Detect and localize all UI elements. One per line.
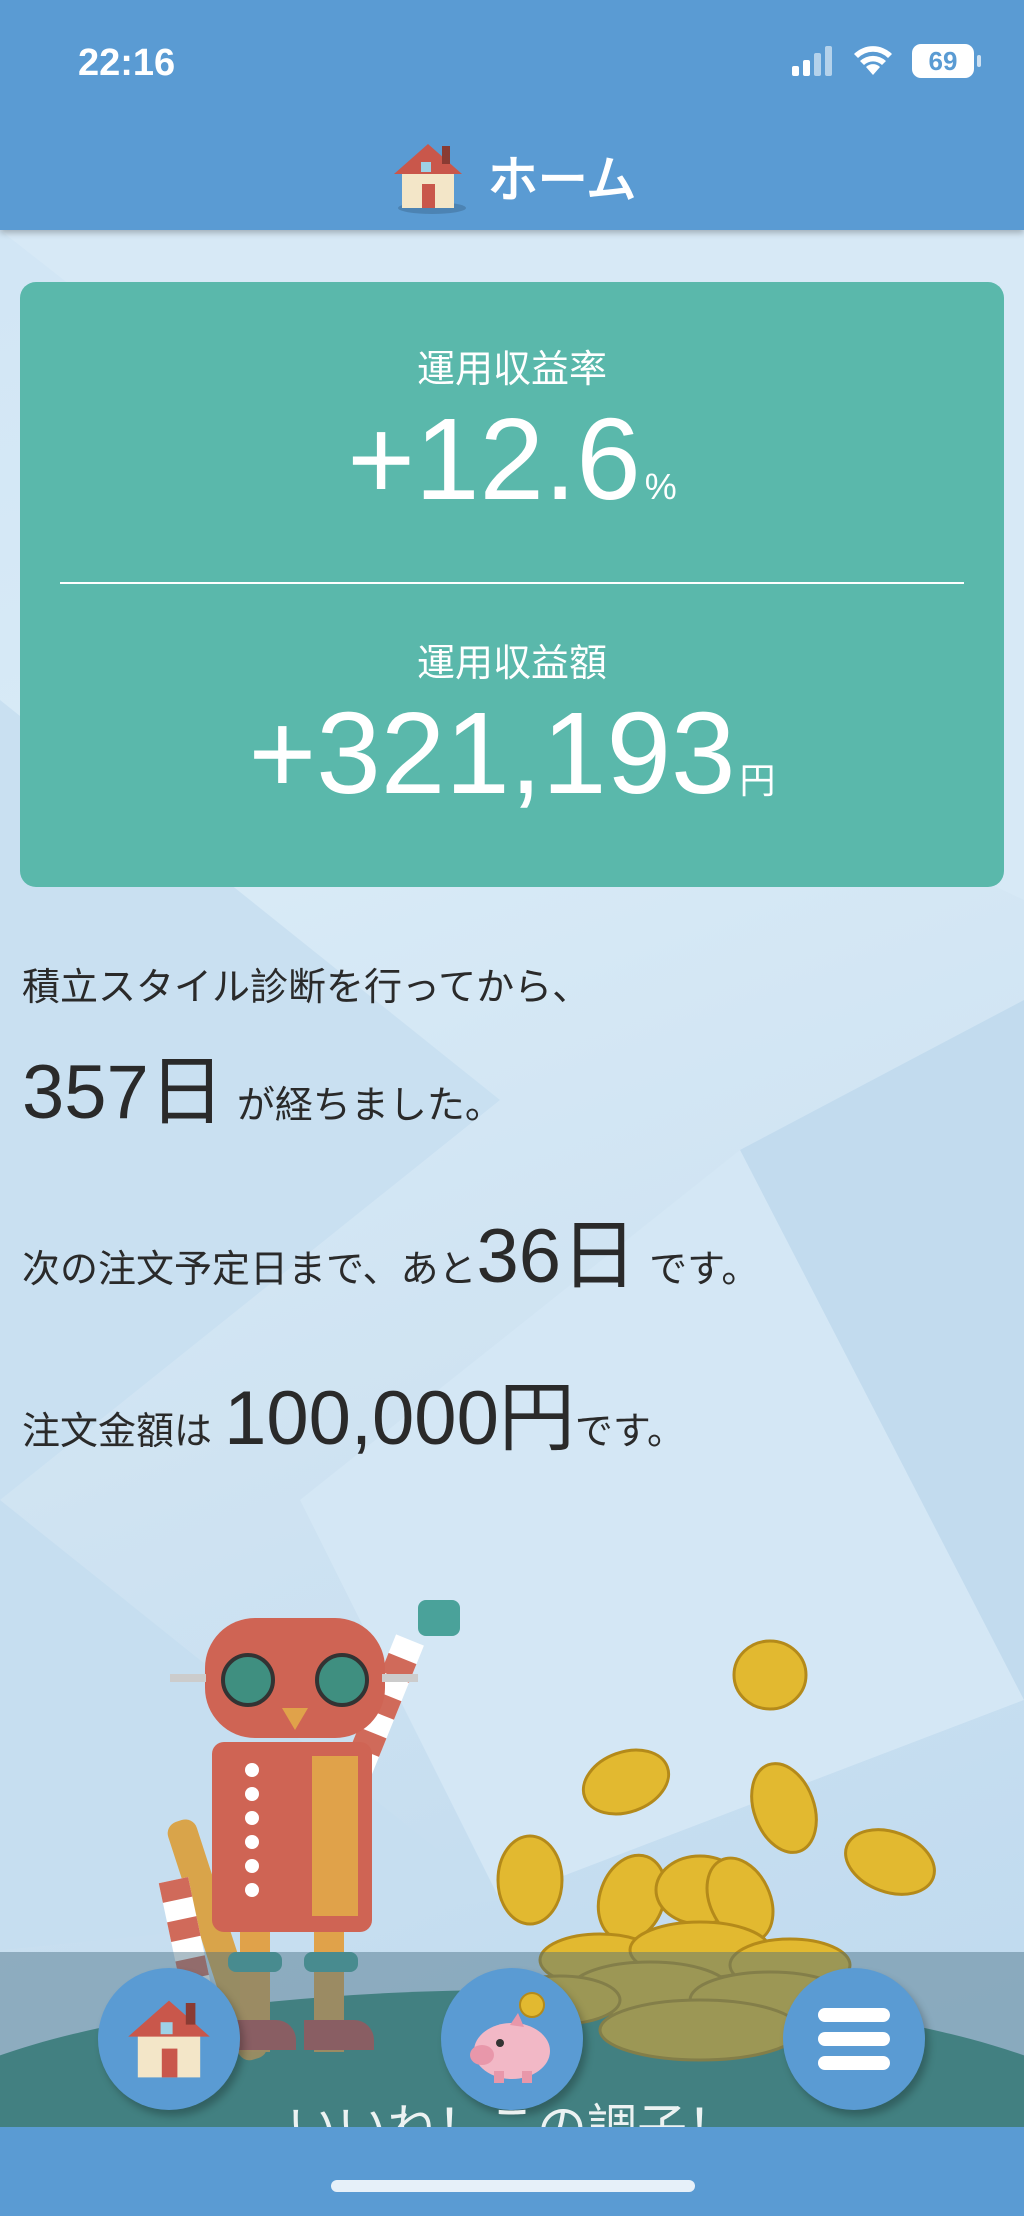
house-icon [128, 2000, 210, 2078]
order-amount-suffix: です。 [574, 1409, 686, 1453]
return-rate-unit: % [644, 466, 677, 507]
return-amount-number: +321,193 [248, 688, 736, 818]
card-divider [60, 582, 964, 584]
return-amount-value: +321,193 円 [20, 686, 1004, 820]
header: ホーム [0, 138, 1024, 214]
diagnosis-intro: 積立スタイル診断を行ってから、 [22, 965, 591, 1009]
status-icons: 69 [792, 44, 981, 78]
status-time: 22:16 [78, 42, 176, 84]
home-indicator[interactable] [331, 2180, 695, 2192]
battery-icon: 69 [912, 44, 981, 78]
page-title: ホーム [487, 151, 637, 209]
return-rate-label: 運用収益率 [416, 347, 607, 391]
elapsed-days-line: 357日 が経ちました。 [22, 1030, 503, 1140]
elapsed-suffix: が経ちました。 [236, 1083, 503, 1127]
return-amount-label: 運用収益額 [416, 641, 607, 685]
piggy-bank-icon [470, 1992, 550, 2083]
return-amount-unit: 円 [739, 760, 776, 801]
next-order-suffix: です。 [649, 1247, 760, 1291]
top-bar: 22:16 69 ホーム [0, 0, 1024, 230]
elapsed-days: 357日 [22, 1050, 225, 1135]
menu-icon [818, 2008, 890, 2070]
wifi-icon [854, 46, 892, 75]
order-amount-line: 注文金額は 100,000円です。 [22, 1356, 685, 1466]
house-icon [393, 144, 466, 214]
next-order-prefix: 次の注文予定日まで、あと [22, 1247, 477, 1291]
order-amount-prefix: 注文金額は [22, 1409, 213, 1453]
return-rate-number: +12.6 [347, 394, 641, 524]
performance-card: 運用収益率 +12.6% 運用収益額 +321,193 円 [20, 282, 1004, 887]
return-rate-value: +12.6% [20, 392, 1004, 526]
next-order-days: 36日 [476, 1214, 638, 1299]
bottom-bar [0, 2127, 1024, 2216]
order-amount: 100,000円 [224, 1376, 575, 1461]
next-order-line: 次の注文予定日まで、あと36日 です。 [22, 1194, 759, 1304]
signal-icon [792, 46, 832, 76]
